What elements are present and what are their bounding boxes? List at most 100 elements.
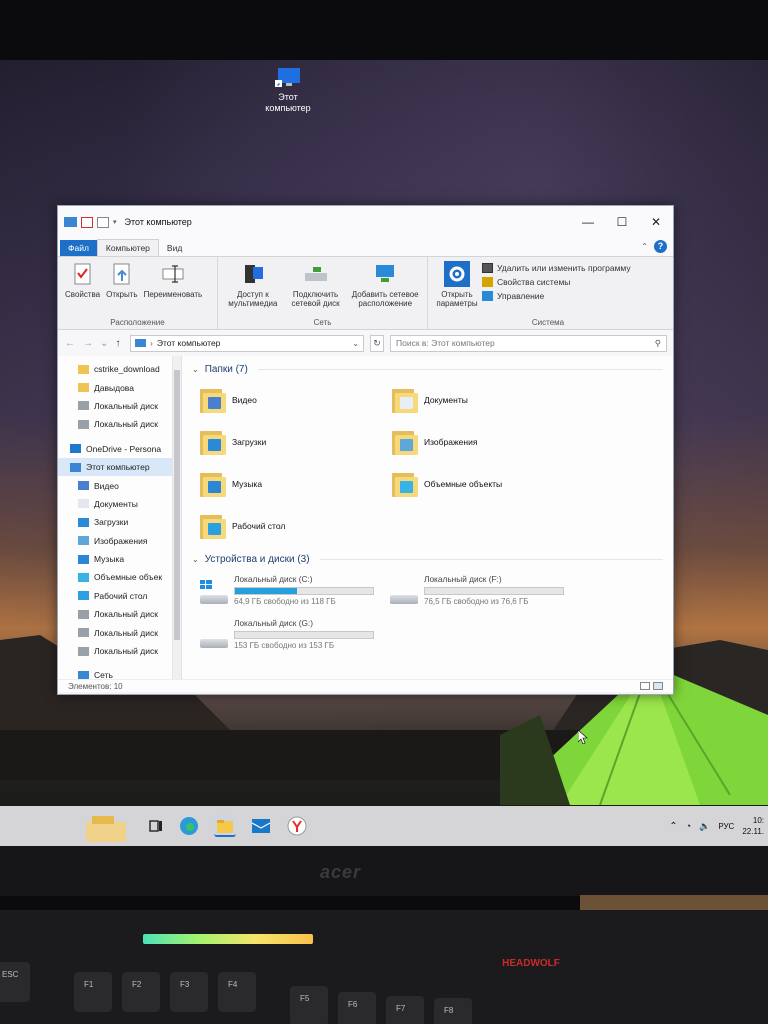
folder-item[interactable]: Рабочий стол bbox=[200, 510, 392, 542]
tiles-view-icon[interactable] bbox=[653, 682, 663, 690]
nav-item[interactable]: Локальный диск bbox=[58, 642, 181, 660]
network-status-icon[interactable]: ◔ bbox=[686, 821, 691, 831]
customize-dropdown-icon[interactable]: ▾ bbox=[113, 218, 117, 226]
nav-item[interactable]: OneDrive - Persona bbox=[58, 440, 181, 458]
minimize-button[interactable]: — bbox=[571, 206, 605, 238]
folder-item[interactable]: Документы bbox=[392, 384, 584, 416]
file-explorer-icon[interactable] bbox=[214, 815, 236, 837]
nav-item[interactable]: Сеть bbox=[58, 666, 181, 679]
map-network-drive-label: Подключить сетевой диск bbox=[291, 290, 340, 308]
maximize-button[interactable]: ☐ bbox=[605, 206, 639, 238]
yandex-browser-icon[interactable] bbox=[286, 815, 308, 837]
nav-item[interactable]: Документы bbox=[58, 495, 181, 513]
map-network-drive-button[interactable]: Подключить сетевой диск bbox=[284, 261, 348, 315]
manage-button[interactable]: Управление bbox=[482, 291, 631, 301]
tray-chevron-up-icon[interactable]: ⌃ bbox=[669, 821, 677, 832]
download-icon bbox=[78, 517, 89, 527]
status-bar: Элементов: 10 bbox=[58, 679, 673, 692]
document-icon bbox=[78, 499, 89, 509]
folder-label: Музыка bbox=[232, 479, 263, 489]
properties-quick-icon[interactable] bbox=[81, 216, 93, 228]
computer-icon bbox=[135, 339, 146, 347]
gear-icon bbox=[444, 261, 470, 287]
forward-arrow-icon[interactable]: → bbox=[82, 338, 94, 349]
rename-button[interactable]: Переименовать bbox=[141, 261, 206, 315]
folder-item[interactable]: Изображения bbox=[392, 426, 584, 458]
ribbon-collapse-icon[interactable]: ⌃ bbox=[641, 242, 648, 251]
folder-item[interactable]: Объемные объекты bbox=[392, 468, 584, 500]
nav-item-label: Локальный диск bbox=[94, 609, 158, 620]
edge-browser-icon[interactable] bbox=[178, 815, 200, 837]
nav-item[interactable]: Этот компьютер bbox=[58, 457, 181, 477]
tab-view[interactable]: Вид bbox=[159, 240, 190, 256]
folder-label: Изображения bbox=[424, 437, 478, 447]
cube-icon bbox=[78, 572, 89, 582]
nav-item[interactable]: Загрузки bbox=[58, 513, 181, 531]
nav-item[interactable]: cstrike_download bbox=[58, 360, 181, 378]
tab-computer[interactable]: Компьютер bbox=[96, 239, 159, 256]
volume-icon[interactable]: 🔈 bbox=[699, 821, 710, 832]
nav-item-label: Рабочий стол bbox=[94, 590, 148, 601]
media-access-button[interactable]: Доступ к мультимедиа bbox=[222, 261, 284, 315]
nav-item[interactable]: Локальный диск bbox=[58, 605, 181, 623]
nav-item-label: Объемные объек bbox=[94, 572, 163, 583]
drives-header-label: Устройства и диски (3) bbox=[204, 553, 310, 565]
properties-button[interactable]: Свойства bbox=[62, 261, 103, 315]
keyboard-key: ESC bbox=[0, 962, 30, 1002]
nav-item[interactable]: Рабочий стол bbox=[58, 587, 181, 605]
drive-label: Локальный диск (C:) bbox=[234, 574, 313, 584]
quick-access-toolbar: ▾ bbox=[64, 216, 117, 228]
hard-drive-icon bbox=[200, 580, 228, 604]
title-bar[interactable]: ▾ Этот компьютер — ☐ ✕ bbox=[58, 206, 673, 238]
folder-item[interactable]: Видео bbox=[200, 384, 392, 416]
drive-item[interactable]: Локальный диск (C:) 64,9 ГБ свободно из 1… bbox=[200, 574, 390, 612]
task-view-icon[interactable] bbox=[148, 815, 164, 837]
search-input[interactable]: Поиск в: Этот компьютер ⚲ bbox=[390, 334, 667, 352]
system-properties-button[interactable]: Свойства системы bbox=[482, 277, 631, 287]
clock[interactable]: 10: 22.11. bbox=[742, 815, 764, 837]
nav-scrollbar[interactable] bbox=[172, 356, 181, 679]
help-icon[interactable]: ? bbox=[654, 240, 667, 253]
new-folder-quick-icon[interactable] bbox=[97, 216, 109, 228]
address-input[interactable]: › Этот компьютер ⌄ bbox=[130, 334, 364, 352]
nav-item[interactable]: Локальный диск bbox=[58, 623, 181, 641]
open-button[interactable]: Открыть bbox=[103, 261, 140, 315]
scrollbar-thumb[interactable] bbox=[174, 370, 180, 640]
up-arrow-icon[interactable]: ↑ bbox=[112, 338, 124, 349]
uninstall-program-button[interactable]: Удалить или изменить программу bbox=[482, 263, 631, 273]
folder-icon bbox=[392, 470, 418, 498]
drives-section-header[interactable]: ⌄ Устройства и диски (3) bbox=[192, 550, 663, 568]
nav-item[interactable]: Давыдова bbox=[58, 378, 181, 396]
folder-item[interactable]: Загрузки bbox=[200, 426, 392, 458]
search-placeholder: Поиск в: Этот компьютер bbox=[396, 338, 495, 348]
folders-section-header[interactable]: ⌄ Папки (7) bbox=[192, 360, 663, 378]
manage-icon bbox=[482, 291, 493, 301]
nav-item[interactable]: Изображения bbox=[58, 532, 181, 550]
nav-item-label: Локальный диск bbox=[94, 419, 158, 430]
open-settings-button[interactable]: Открыть параметры bbox=[432, 261, 482, 315]
drive-icon bbox=[78, 609, 89, 619]
folder-item[interactable]: Музыка bbox=[200, 468, 392, 500]
tab-file[interactable]: Файл bbox=[60, 240, 97, 256]
refresh-button[interactable]: ↻ bbox=[370, 334, 384, 352]
recent-dropdown-icon[interactable]: ⌄ bbox=[100, 338, 108, 349]
language-indicator[interactable]: РУС bbox=[718, 822, 734, 831]
ribbon-group-label: Система bbox=[531, 318, 565, 327]
address-dropdown-icon[interactable]: ⌄ bbox=[352, 339, 359, 348]
mail-icon[interactable] bbox=[250, 815, 272, 837]
close-button[interactable]: ✕ bbox=[639, 206, 673, 238]
back-arrow-icon[interactable]: ← bbox=[64, 338, 76, 349]
desktop-icon-this-pc[interactable]: Этот компьютер bbox=[258, 68, 318, 114]
add-network-location-button[interactable]: Добавить сетевое расположение bbox=[347, 261, 423, 315]
media-server-icon bbox=[240, 261, 266, 287]
drive-usage-bar bbox=[234, 631, 374, 639]
drive-item[interactable]: Локальный диск (F:) 76,5 ГБ свободно из 7… bbox=[390, 574, 580, 612]
details-view-icon[interactable] bbox=[640, 682, 650, 690]
nav-item[interactable]: Видео bbox=[58, 476, 181, 494]
nav-item[interactable]: Локальный диск bbox=[58, 397, 181, 415]
nav-item[interactable]: Объемные объек bbox=[58, 568, 181, 586]
drive-item[interactable]: Локальный диск (G:) 153 ГБ свободно из 15… bbox=[200, 618, 390, 656]
folder-icon bbox=[200, 470, 226, 498]
nav-item[interactable]: Локальный диск bbox=[58, 415, 181, 433]
nav-item[interactable]: Музыка bbox=[58, 550, 181, 568]
